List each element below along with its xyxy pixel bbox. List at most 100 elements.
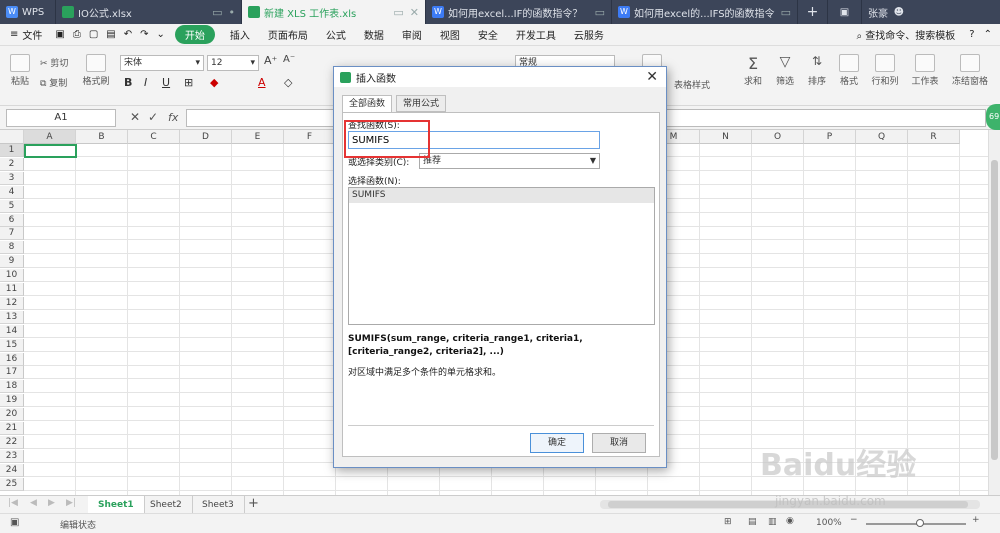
column-header-a[interactable]: A — [24, 130, 76, 144]
row-header-12[interactable]: 12 — [0, 296, 24, 310]
column-header-d[interactable]: D — [180, 130, 232, 144]
normal-view-icon[interactable]: ⊞ — [724, 517, 732, 527]
row-header-23[interactable]: 23 — [0, 449, 24, 463]
column-header-o[interactable]: O — [752, 130, 804, 144]
copy-button[interactable]: ⧉ 复制 — [40, 76, 67, 89]
row-header-2[interactable]: 2 — [0, 157, 24, 171]
fx-icon[interactable]: fx — [168, 111, 178, 124]
check-icon[interactable]: ✓ — [148, 110, 158, 124]
column-header-n[interactable]: N — [700, 130, 752, 144]
sum-button[interactable]: Σ 求和 — [740, 54, 766, 87]
redo-icon[interactable]: ↷ — [136, 29, 152, 40]
format-painter-button[interactable]: 格式刷 — [80, 54, 112, 87]
cut-button[interactable]: ✂ 剪切 — [40, 56, 68, 69]
row-header-10[interactable]: 10 — [0, 269, 24, 283]
row-header-13[interactable]: 13 — [0, 310, 24, 324]
row-header-20[interactable]: 20 — [0, 408, 24, 422]
border-icon[interactable]: ⊞ — [184, 76, 193, 89]
row-header-3[interactable]: 3 — [0, 171, 24, 185]
tab-doc-if[interactable]: W 如何用excel...IF的函数指令？ ▭ — [426, 0, 612, 24]
page-layout-icon[interactable]: ▤ — [748, 517, 757, 527]
sheet-tab-3[interactable]: Sheet3 — [192, 496, 245, 514]
font-name-select[interactable]: 宋体 ▾ — [120, 55, 204, 71]
row-header-17[interactable]: 17 — [0, 366, 24, 380]
row-header-1[interactable]: 1 — [0, 144, 24, 157]
format-button[interactable]: 格式 — [836, 54, 862, 87]
sheet-tab-1[interactable]: Sheet1 — [88, 496, 145, 514]
nav-first-icon[interactable]: |◀ — [8, 498, 18, 508]
collapse-icon[interactable]: ⌃ — [980, 29, 1000, 40]
list-item[interactable]: SUMIFS — [349, 188, 654, 203]
search-command[interactable]: ⌕ 查找命令、搜索模板 — [848, 27, 965, 42]
preview-icon[interactable]: ▢ — [85, 29, 102, 40]
row-col-button[interactable]: 行和列 — [868, 54, 902, 87]
nav-last-icon[interactable]: ▶| — [66, 498, 76, 508]
close-icon[interactable]: ✕ — [410, 6, 419, 19]
hamburger-icon[interactable]: ≡ — [0, 29, 22, 40]
save-icon[interactable]: ▣ — [51, 29, 68, 40]
dropdown-icon[interactable]: ⌄ — [153, 29, 169, 40]
column-header-e[interactable]: E — [232, 130, 284, 144]
close-icon[interactable]: ✕ — [646, 69, 658, 85]
add-sheet-icon[interactable]: + — [248, 496, 259, 511]
tab-common-formulas[interactable]: 常用公式 — [396, 95, 447, 112]
bold-icon[interactable]: B — [124, 76, 132, 89]
row-header-18[interactable]: 18 — [0, 380, 24, 394]
zoom-slider[interactable] — [866, 519, 966, 527]
row-header-19[interactable]: 19 — [0, 394, 24, 408]
nav-next-icon[interactable]: ▶ — [48, 498, 55, 508]
font-grow-icon[interactable]: A⁺ — [264, 54, 277, 67]
row-header-7[interactable]: 7 — [0, 227, 24, 241]
row-header-14[interactable]: 14 — [0, 324, 24, 338]
eraser-icon[interactable]: ◇ — [284, 76, 292, 89]
column-header-r[interactable]: R — [908, 130, 960, 144]
category-select[interactable]: 推荐 ▼ — [419, 153, 600, 169]
notification-badge[interactable]: 69 — [986, 104, 1000, 130]
row-header-6[interactable]: 6 — [0, 213, 24, 227]
cancel-icon[interactable]: ✕ — [130, 110, 140, 124]
row-header-22[interactable]: 22 — [0, 435, 24, 449]
row-header-4[interactable]: 4 — [0, 185, 24, 199]
column-header-q[interactable]: Q — [856, 130, 908, 144]
print-icon[interactable]: ⎙ — [69, 29, 85, 40]
row-header-16[interactable]: 16 — [0, 352, 24, 366]
menu-insert[interactable]: 插入 — [221, 27, 259, 42]
freeze-button[interactable]: 冻结窗格 — [950, 54, 990, 87]
sheet-tab-2[interactable]: Sheet2 — [140, 496, 193, 514]
window-icon[interactable]: ▭ — [781, 6, 791, 19]
tab-doc-ifs[interactable]: W 如何用excel的...IFS的函数指令？ ▭ — [612, 0, 798, 24]
menu-start[interactable]: 开始 — [174, 25, 215, 44]
menu-developer[interactable]: 开发工具 — [507, 27, 565, 42]
function-list[interactable]: SUMIFS — [348, 187, 655, 325]
eye-icon[interactable]: ◉ — [786, 516, 794, 526]
tab-io-formula[interactable]: IO公式.xlsx ▭ • — [56, 0, 242, 24]
tab-all-functions[interactable]: 全部函数 — [342, 95, 393, 113]
worksheet-button[interactable]: 工作表 — [908, 54, 942, 87]
row-header-5[interactable]: 5 — [0, 199, 24, 213]
new-tab-button[interactable]: + — [798, 0, 828, 24]
tab-new-xls[interactable]: 新建 XLS 工作表.xls ▭ ✕ — [242, 0, 426, 24]
row-header-21[interactable]: 21 — [0, 422, 24, 435]
font-size-select[interactable]: 12 ▾ — [207, 55, 259, 71]
row-header-25[interactable]: 25 — [0, 477, 24, 491]
tab-wps-home[interactable]: W WPS — [0, 0, 56, 24]
name-box[interactable]: A1 — [6, 109, 116, 127]
selected-cell-a1[interactable] — [24, 144, 77, 158]
help-icon[interactable]: ? — [964, 29, 979, 40]
export-icon[interactable]: ▤ — [102, 29, 119, 40]
window-list-icon[interactable]: ▣ — [828, 0, 862, 24]
cancel-button[interactable]: 取消 — [592, 433, 646, 453]
menu-page-layout[interactable]: 页面布局 — [259, 27, 317, 42]
menu-cloud[interactable]: 云服务 — [565, 27, 613, 42]
menu-review[interactable]: 审阅 — [393, 27, 431, 42]
column-header-c[interactable]: C — [128, 130, 180, 144]
row-header-24[interactable]: 24 — [0, 463, 24, 477]
italic-icon[interactable]: I — [144, 76, 147, 89]
column-header-b[interactable]: B — [76, 130, 128, 144]
filter-button[interactable]: ▽ 筛选 — [772, 54, 798, 87]
zoom-out-icon[interactable]: − — [850, 515, 858, 525]
window-icon[interactable]: ▭ — [212, 6, 222, 19]
file-menu[interactable]: 文件 — [22, 27, 51, 42]
row-header-8[interactable]: 8 — [0, 241, 24, 255]
vertical-scrollbar[interactable] — [988, 130, 1000, 495]
